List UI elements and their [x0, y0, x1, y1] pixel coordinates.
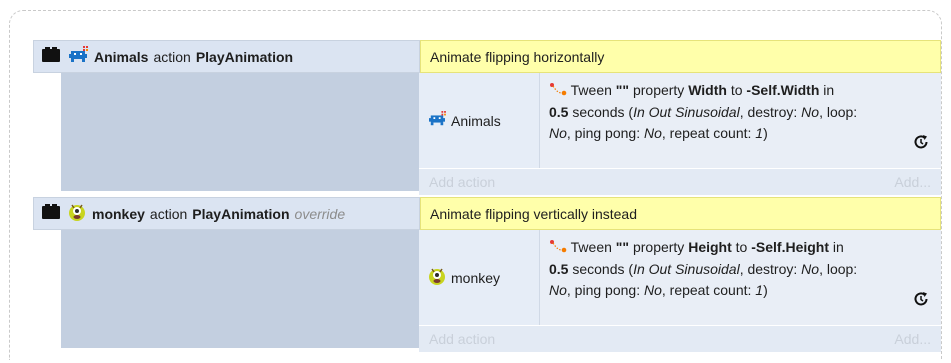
tween-icon — [549, 238, 567, 259]
pingpong-label: , ping pong: — [566, 124, 644, 141]
override-label: override — [294, 205, 346, 222]
space-invader-icon — [427, 111, 447, 130]
function-comment[interactable]: Animate flipping vertically instead — [420, 197, 941, 230]
function-header[interactable]: monkey action PlayAnimation override Ani… — [33, 197, 941, 230]
monkey-icon — [427, 266, 447, 289]
property-name: Height — [688, 239, 732, 255]
property-name: Width — [688, 82, 727, 98]
add-more-button[interactable]: Add... — [894, 331, 931, 347]
action-object-name: monkey — [451, 269, 501, 286]
pingpong-label: , ping pong: — [566, 281, 644, 298]
tween-prefix: Tween — [570, 239, 612, 255]
comment-text: Animate flipping horizontally — [430, 48, 605, 65]
action-object[interactable]: monkey — [419, 230, 540, 325]
function-signature[interactable]: Animals action PlayAnimation — [34, 41, 420, 72]
property-word: property — [632, 239, 685, 255]
conditions-area[interactable] — [61, 73, 419, 191]
action-word: action — [149, 205, 188, 222]
action-row[interactable]: monkey Tween "" property Height to -Self… — [419, 230, 941, 325]
destroy-value: No — [801, 103, 820, 120]
tween-action[interactable]: Tween "" property Width to -Self.Width i… — [540, 73, 941, 168]
action-row[interactable]: Animals Tween "" property Width to -Self… — [419, 73, 941, 168]
duration-value: 0.5 — [549, 260, 569, 277]
action-object-name: Animals — [451, 112, 501, 129]
destroy-label: , destroy: — [739, 260, 802, 277]
object-name: Animals — [94, 48, 149, 65]
seconds-label: seconds ( — [572, 103, 634, 120]
repeat-label: , repeat count: — [661, 124, 756, 141]
duration-value: 0.5 — [549, 103, 569, 120]
extension-function-block-monkey: monkey action PlayAnimation override Ani… — [33, 197, 941, 352]
loop-label: , loop: — [819, 260, 858, 277]
add-action-row: Add action Add... — [419, 168, 941, 195]
function-icon — [42, 204, 62, 223]
async-repeat-icon — [913, 134, 929, 156]
action-object[interactable]: Animals — [419, 73, 540, 168]
function-signature[interactable]: monkey action PlayAnimation override — [34, 198, 420, 229]
destroy-value: No — [801, 260, 820, 277]
actions-area: Animals Tween "" property Width to -Self… — [419, 73, 941, 195]
behavior-name: PlayAnimation — [195, 48, 294, 65]
loop-value: No — [549, 124, 567, 141]
add-action-button[interactable]: Add action — [429, 331, 495, 347]
comment-text: Animate flipping vertically instead — [430, 205, 637, 222]
in-word: in — [823, 82, 835, 98]
close-paren: ) — [763, 281, 768, 298]
async-repeat-icon — [913, 291, 929, 313]
pingpong-value: No — [643, 124, 662, 141]
tween-identifier: "" — [615, 239, 630, 255]
add-more-button[interactable]: Add... — [894, 174, 931, 190]
action-word: action — [153, 48, 191, 65]
repeat-value: 1 — [755, 281, 764, 298]
behavior-name: PlayAnimation — [192, 205, 290, 222]
repeat-label: , repeat count: — [661, 281, 756, 298]
object-name: monkey — [92, 205, 145, 222]
property-word: property — [632, 82, 685, 98]
to-word: to — [730, 82, 743, 98]
add-action-row: Add action Add... — [419, 325, 941, 352]
target-value: -Self.Width — [746, 82, 820, 98]
to-word: to — [735, 239, 748, 255]
close-paren: ) — [763, 124, 768, 141]
function-comment[interactable]: Animate flipping horizontally — [420, 40, 941, 73]
add-action-button[interactable]: Add action — [429, 174, 495, 190]
tween-identifier: "" — [615, 82, 630, 98]
space-invader-icon — [67, 46, 89, 67]
pingpong-value: No — [643, 281, 662, 298]
repeat-value: 1 — [755, 124, 764, 141]
in-word: in — [832, 239, 844, 255]
target-value: -Self.Height — [751, 239, 830, 255]
tween-icon — [549, 81, 567, 102]
tween-prefix: Tween — [570, 82, 612, 98]
destroy-label: , destroy: — [739, 103, 802, 120]
function-header[interactable]: Animals action PlayAnimation Animate fli… — [33, 40, 941, 73]
extension-function-block-animals: Animals action PlayAnimation Animate fli… — [33, 40, 941, 195]
function-icon — [42, 47, 62, 66]
easing-value: In Out Sinusoidal — [633, 103, 740, 120]
seconds-label: seconds ( — [572, 260, 634, 277]
loop-value: No — [549, 281, 567, 298]
tween-action[interactable]: Tween "" property Height to -Self.Height… — [540, 230, 941, 325]
actions-area: monkey Tween "" property Height to -Self… — [419, 230, 941, 352]
loop-label: , loop: — [819, 103, 858, 120]
monkey-icon — [67, 202, 87, 225]
conditions-area[interactable] — [61, 230, 419, 348]
easing-value: In Out Sinusoidal — [633, 260, 740, 277]
